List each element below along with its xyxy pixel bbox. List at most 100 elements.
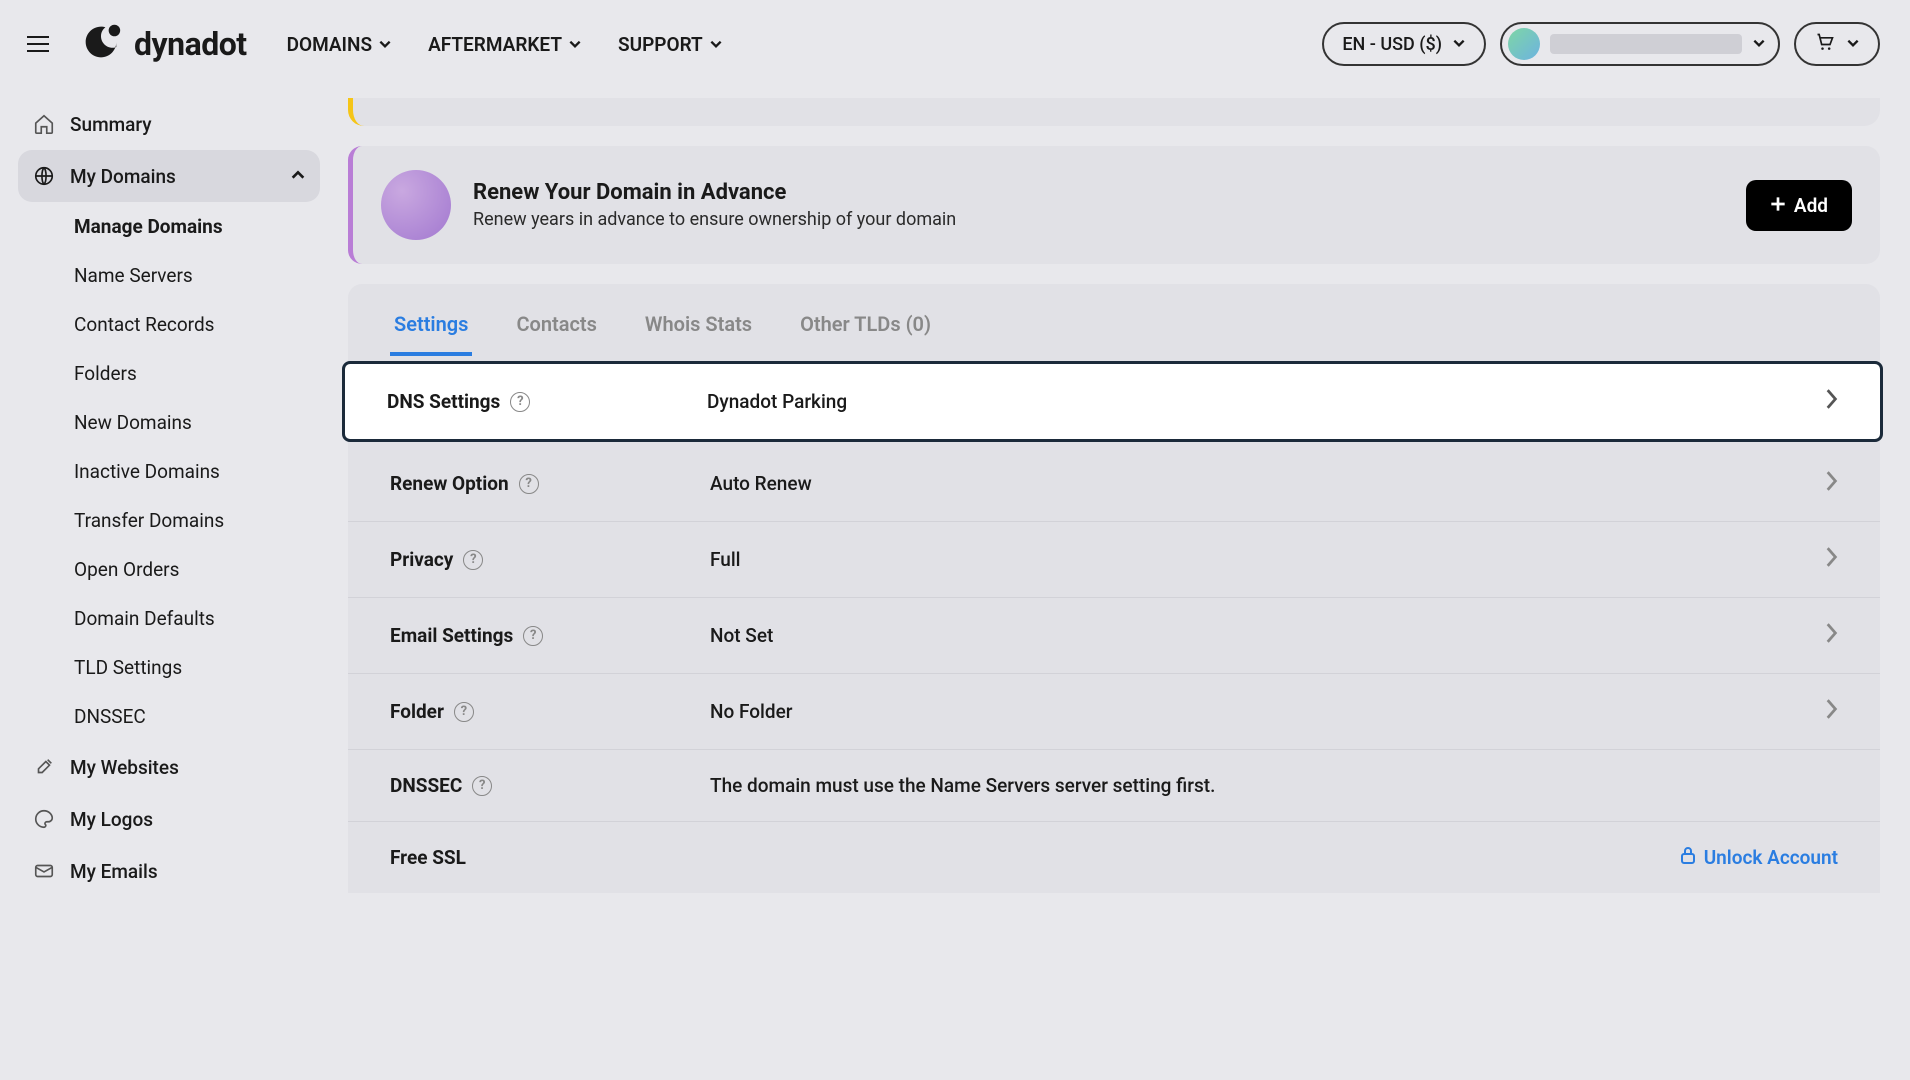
subitem-open-orders[interactable]: Open Orders bbox=[38, 545, 320, 594]
subitem-name-servers[interactable]: Name Servers bbox=[38, 251, 320, 300]
chevron-right-icon bbox=[1824, 622, 1838, 649]
home-icon bbox=[32, 112, 56, 136]
chevron-right-icon bbox=[1824, 546, 1838, 573]
setting-value: The domain must use the Name Servers ser… bbox=[710, 774, 1838, 797]
chevron-right-icon bbox=[1824, 698, 1838, 725]
setting-row-renew[interactable]: Renew Option ? Auto Renew bbox=[348, 446, 1880, 522]
sidebar: Summary My Domains Manage Domains Name S… bbox=[0, 88, 338, 1080]
setting-label: Folder bbox=[390, 700, 444, 723]
brush-icon bbox=[32, 755, 56, 779]
setting-value: Auto Renew bbox=[710, 472, 1824, 495]
main-content: Renew Your Domain in Advance Renew years… bbox=[338, 88, 1910, 1080]
plus-icon bbox=[1770, 194, 1786, 217]
setting-row-dns[interactable]: DNS Settings ? Dynadot Parking bbox=[342, 361, 1883, 442]
add-button[interactable]: Add bbox=[1746, 180, 1852, 231]
tab-contacts[interactable]: Contacts bbox=[512, 302, 600, 356]
logo-mark-icon bbox=[78, 19, 124, 69]
palette-icon bbox=[32, 807, 56, 831]
sidebar-item-summary[interactable]: Summary bbox=[18, 98, 320, 150]
sidebar-item-label: My Websites bbox=[70, 756, 179, 779]
locale-selector[interactable]: EN - USD ($) bbox=[1322, 22, 1486, 66]
setting-row-folder[interactable]: Folder ? No Folder bbox=[348, 674, 1880, 750]
nav-support[interactable]: SUPPORT bbox=[618, 33, 723, 56]
chevron-up-icon bbox=[290, 165, 306, 188]
subitem-new-domains[interactable]: New Domains bbox=[38, 398, 320, 447]
promo-title: Renew Your Domain in Advance bbox=[473, 180, 956, 205]
chevron-right-icon bbox=[1824, 470, 1838, 497]
help-icon[interactable]: ? bbox=[454, 702, 474, 722]
brand-logo[interactable]: dynadot bbox=[78, 19, 247, 69]
unlock-account-link[interactable]: Unlock Account bbox=[1680, 846, 1838, 869]
chevron-down-icon bbox=[568, 33, 582, 56]
subitem-contact-records[interactable]: Contact Records bbox=[38, 300, 320, 349]
setting-label: DNS Settings bbox=[387, 390, 500, 413]
nav-support-label: SUPPORT bbox=[618, 33, 703, 56]
setting-row-email[interactable]: Email Settings ? Not Set bbox=[348, 598, 1880, 674]
cart-menu[interactable] bbox=[1794, 22, 1880, 66]
sidebar-item-my-logos[interactable]: My Logos bbox=[18, 793, 320, 845]
setting-label: Free SSL bbox=[390, 846, 466, 869]
add-button-label: Add bbox=[1794, 194, 1828, 217]
previous-card-edge bbox=[348, 98, 1880, 126]
subitem-tld-settings[interactable]: TLD Settings bbox=[38, 643, 320, 692]
subitem-dnssec[interactable]: DNSSEC bbox=[38, 692, 320, 741]
subitem-manage-domains[interactable]: Manage Domains bbox=[38, 202, 320, 251]
chevron-down-icon bbox=[1452, 34, 1466, 55]
promo-subtitle: Renew years in advance to ensure ownersh… bbox=[473, 209, 956, 230]
setting-row-privacy[interactable]: Privacy ? Full bbox=[348, 522, 1880, 598]
sidebar-item-label: My Logos bbox=[70, 808, 153, 831]
help-icon[interactable]: ? bbox=[463, 550, 483, 570]
chevron-down-icon bbox=[709, 33, 723, 56]
tabs: Settings Contacts Whois Stats Other TLDs… bbox=[348, 284, 1880, 357]
brand-name: dynadot bbox=[134, 25, 247, 63]
setting-value: No Folder bbox=[710, 700, 1824, 723]
subitem-transfer-domains[interactable]: Transfer Domains bbox=[38, 496, 320, 545]
chevron-down-icon bbox=[1846, 34, 1860, 55]
nav-aftermarket[interactable]: AFTERMARKET bbox=[428, 33, 582, 56]
help-icon[interactable]: ? bbox=[510, 392, 530, 412]
help-icon[interactable]: ? bbox=[472, 776, 492, 796]
help-icon[interactable]: ? bbox=[519, 474, 539, 494]
setting-value: Full bbox=[710, 548, 1824, 571]
promo-renew-card: Renew Your Domain in Advance Renew years… bbox=[348, 146, 1880, 264]
chevron-down-icon bbox=[378, 33, 392, 56]
chevron-right-icon bbox=[1824, 388, 1838, 415]
tab-whois-stats[interactable]: Whois Stats bbox=[641, 302, 756, 356]
subitem-inactive-domains[interactable]: Inactive Domains bbox=[38, 447, 320, 496]
menu-toggle-button[interactable] bbox=[18, 24, 58, 64]
sidebar-item-label: My Emails bbox=[70, 860, 158, 883]
sidebar-item-label: My Domains bbox=[70, 165, 176, 188]
setting-row-ssl: Free SSL Unlock Account bbox=[348, 822, 1880, 893]
setting-label: Renew Option bbox=[390, 472, 509, 495]
username-redacted bbox=[1550, 34, 1742, 54]
cart-icon bbox=[1814, 32, 1836, 57]
header: dynadot DOMAINS AFTERMARKET SUPPORT EN -… bbox=[0, 0, 1910, 88]
sidebar-item-label: Summary bbox=[70, 113, 152, 136]
subitem-domain-defaults[interactable]: Domain Defaults bbox=[38, 594, 320, 643]
lock-icon bbox=[1680, 846, 1696, 869]
subitem-folders[interactable]: Folders bbox=[38, 349, 320, 398]
sidebar-item-my-emails[interactable]: My Emails bbox=[18, 845, 320, 897]
chevron-down-icon bbox=[1752, 34, 1766, 55]
mail-icon bbox=[32, 859, 56, 883]
avatar bbox=[1508, 28, 1540, 60]
sidebar-item-my-websites[interactable]: My Websites bbox=[18, 741, 320, 793]
tab-settings[interactable]: Settings bbox=[390, 302, 472, 356]
help-icon[interactable]: ? bbox=[523, 626, 543, 646]
hamburger-icon bbox=[27, 36, 49, 52]
unlock-label: Unlock Account bbox=[1704, 846, 1838, 869]
setting-value: Not Set bbox=[710, 624, 1824, 647]
setting-value: Dynadot Parking bbox=[707, 390, 1824, 413]
user-menu[interactable] bbox=[1500, 22, 1780, 66]
tab-other-tlds[interactable]: Other TLDs (0) bbox=[796, 302, 935, 356]
setting-label: Email Settings bbox=[390, 624, 513, 647]
nav-domains[interactable]: DOMAINS bbox=[287, 33, 392, 56]
setting-label: DNSSEC bbox=[390, 774, 462, 797]
setting-label: Privacy bbox=[390, 548, 453, 571]
locale-label: EN - USD ($) bbox=[1342, 34, 1442, 55]
promo-avatar bbox=[381, 170, 451, 240]
globe-icon bbox=[32, 164, 56, 188]
setting-row-dnssec: DNSSEC ? The domain must use the Name Se… bbox=[348, 750, 1880, 822]
sidebar-item-my-domains[interactable]: My Domains bbox=[18, 150, 320, 202]
settings-list: DNS Settings ? Dynadot Parking Renew Opt… bbox=[348, 361, 1880, 893]
